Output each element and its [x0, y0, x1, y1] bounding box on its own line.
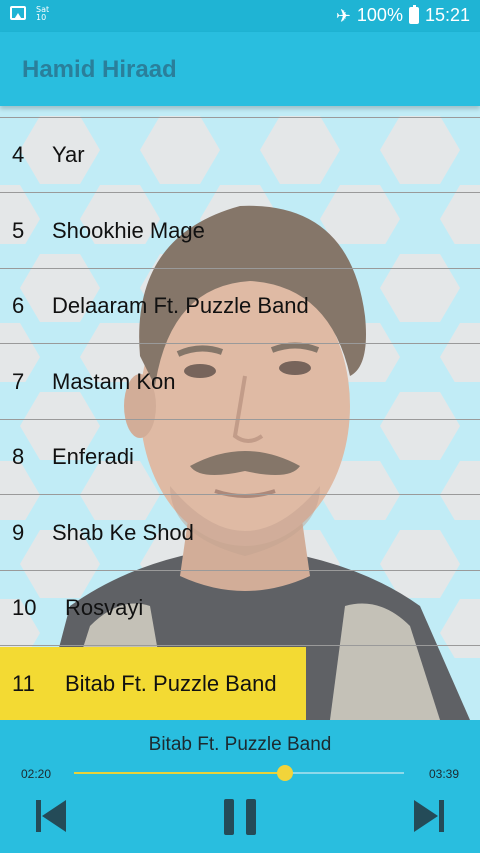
- total-time: 03:39: [428, 767, 459, 781]
- track-number: 9: [12, 519, 25, 545]
- app-bar: Hamid Hiraad: [0, 32, 480, 106]
- track-title: Bitab Ft. Puzzle Band: [65, 671, 277, 696]
- track-number: 8: [12, 444, 25, 469]
- track-number: 11: [12, 671, 35, 696]
- seek-thumb[interactable]: [277, 765, 294, 781]
- calendar-icon: Sat 10: [36, 6, 49, 22]
- track-row[interactable]: 5 Shookhie Mage: [0, 194, 480, 269]
- seek-progress: [74, 772, 286, 774]
- track-title: Enferadi: [52, 444, 134, 469]
- status-right: ✈ 100% 15:21: [336, 5, 470, 26]
- track-number: 10: [12, 595, 37, 620]
- next-button[interactable]: [412, 798, 446, 834]
- track-number: 7: [12, 368, 25, 394]
- previous-icon: [36, 800, 66, 832]
- player-bar: Bitab Ft. Puzzle Band 02:20 03:39: [0, 720, 480, 853]
- track-row[interactable]: 8 Enferadi: [0, 420, 480, 495]
- seek-bar[interactable]: [74, 765, 404, 781]
- track-title: Shab Ke Shod: [52, 519, 194, 545]
- track-row[interactable]: 4 Yar: [0, 118, 480, 193]
- track-row[interactable]: 7 Mastam Kon: [0, 345, 480, 420]
- pause-icon: [224, 799, 256, 835]
- pause-button[interactable]: [222, 798, 258, 836]
- track-title: Rosvayi: [65, 595, 144, 620]
- track-title: Delaaram Ft. Puzzle Band: [52, 293, 309, 318]
- track-title: Mastam Kon: [52, 368, 176, 394]
- current-time: 02:20: [21, 767, 52, 781]
- status-left: Sat 10: [10, 6, 49, 22]
- track-list-area[interactable]: 4 Yar 5 Shookhie Mage 6 Delaaram Ft. Puzzle B…: [0, 106, 480, 720]
- battery-icon: [408, 5, 419, 24]
- now-playing-title: Bitab Ft. Puzzle Band: [148, 734, 332, 755]
- gallery-icon: [10, 6, 26, 20]
- track-number: 4: [12, 142, 25, 167]
- track-title: Shookhie Mage: [52, 217, 205, 243]
- track-row[interactable]: 10 Rosvayi: [0, 571, 480, 646]
- clock: 15:21: [424, 5, 470, 25]
- previous-button[interactable]: [34, 798, 68, 834]
- track-number: 6: [12, 293, 25, 318]
- next-icon: [414, 800, 444, 832]
- track-row[interactable]: 11 Bitab Ft. Puzzle Band: [0, 646, 306, 720]
- status-bar: Sat 10 ✈ 100% 15:21: [0, 0, 480, 32]
- track-number: 5: [12, 217, 25, 243]
- track-row[interactable]: 9 Shab Ke Shod: [0, 496, 480, 571]
- page-title: Hamid Hiraad: [22, 56, 177, 83]
- track-title: Yar: [52, 142, 85, 167]
- battery-percent: 100%: [356, 5, 403, 25]
- airplane-mode-icon: ✈: [335, 5, 351, 26]
- calendar-date: 10: [36, 13, 47, 22]
- track-row[interactable]: 6 Delaaram Ft. Puzzle Band: [0, 269, 480, 344]
- list-item-partial: [0, 106, 480, 118]
